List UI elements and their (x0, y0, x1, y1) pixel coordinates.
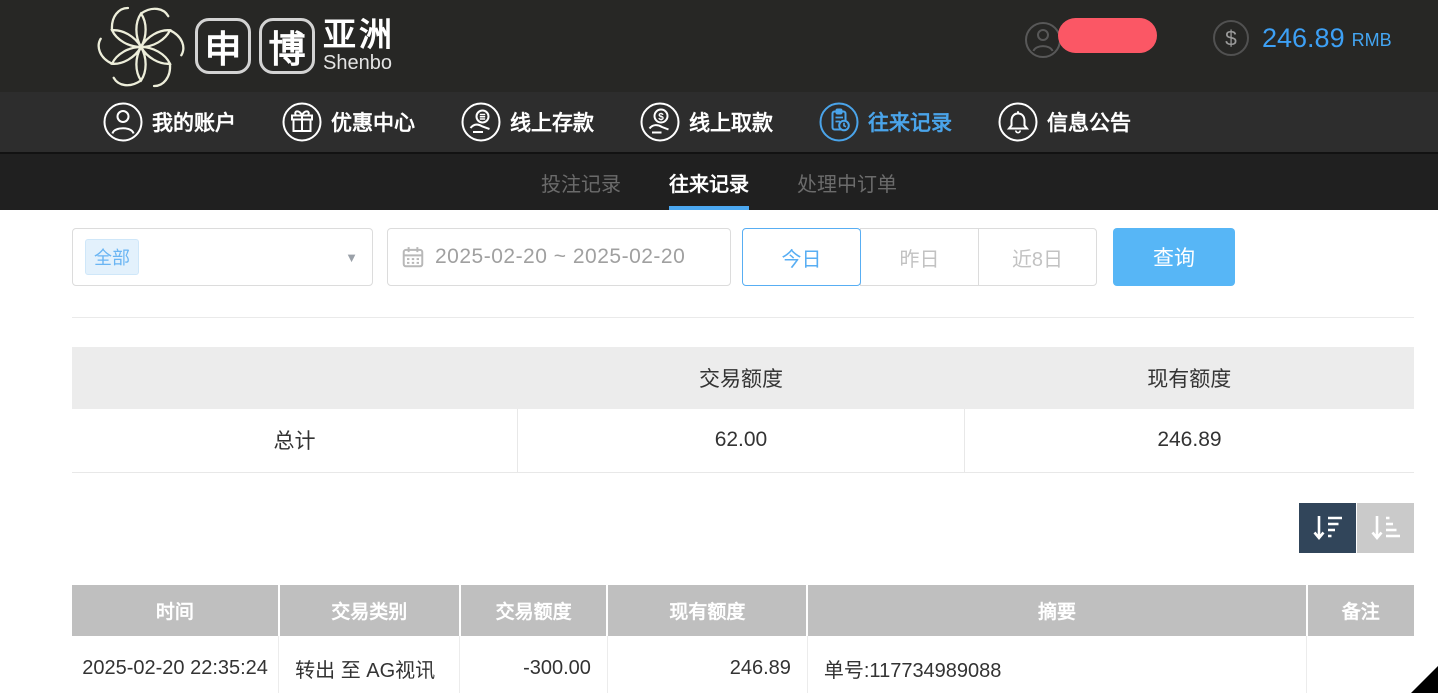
summary-total-balance: 246.89 (964, 409, 1414, 472)
svg-text:$: $ (1225, 28, 1237, 51)
summary-header-balance: 现有额度 (964, 347, 1414, 409)
tab-pending-orders[interactable]: 处理中订单 (793, 154, 901, 210)
deposit-icon (461, 102, 501, 142)
wallet-balance: $ 246.89 RMB (1212, 19, 1392, 57)
nav-item-promotions[interactable]: 优惠中心 (282, 102, 415, 142)
logo-char-box-1: 申 (195, 18, 251, 74)
summary-total-row: 总计 62.00 246.89 (72, 409, 1414, 472)
sort-ascending-icon (1368, 512, 1404, 544)
quick-last8days-button[interactable]: 近8日 (978, 228, 1097, 286)
date-range-input[interactable]: 2025-02-20 ~ 2025-02-20 (387, 228, 731, 286)
nav-label: 线上存款 (510, 107, 594, 137)
nav-item-withdraw[interactable]: $ 线上取款 (640, 102, 773, 142)
record-remark (1307, 636, 1414, 693)
tab-label: 投注记录 (541, 168, 621, 197)
quick-today-button[interactable]: 今日 (742, 228, 861, 286)
summary-table: 交易额度 现有额度 总计 62.00 246.89 (72, 347, 1414, 473)
nav-label: 信息公告 (1047, 107, 1131, 137)
records-icon (819, 102, 859, 142)
logo-char-1: 申 (205, 19, 242, 73)
tab-transaction-records[interactable]: 往来记录 (665, 154, 753, 210)
user-icon (103, 102, 143, 142)
quick-date-button-group: 今日 昨日 近8日 (742, 228, 1097, 286)
records-header-balance: 现有额度 (607, 585, 807, 636)
gift-icon (282, 102, 322, 142)
nav-label: 优惠中心 (331, 107, 415, 137)
flower-logo-icon (97, 3, 185, 91)
section-divider (72, 317, 1414, 318)
nav-item-deposit[interactable]: 线上存款 (461, 102, 594, 142)
balance-amount: 246.89 (1262, 23, 1345, 54)
summary-header-empty (72, 347, 518, 409)
tab-betting-records[interactable]: 投注记录 (537, 154, 625, 210)
transactions-page: 申 博 亚洲 Shenbo $ 246.89 RMB (0, 0, 1438, 693)
masked-username-pill[interactable] (1058, 18, 1157, 53)
record-type: 转出 至 AG视讯 (279, 636, 460, 693)
sort-descending-icon (1310, 512, 1346, 544)
summary-total-label: 总计 (72, 409, 518, 472)
records-header-remark: 备注 (1307, 585, 1414, 636)
top-header: 申 博 亚洲 Shenbo $ 246.89 RMB (0, 0, 1438, 92)
records-header-amount: 交易额度 (460, 585, 608, 636)
tab-label: 处理中订单 (797, 168, 897, 197)
svg-text:$: $ (658, 112, 664, 123)
user-avatar-icon (1024, 21, 1062, 64)
sort-ascending-button[interactable] (1357, 503, 1414, 553)
dollar-coin-icon: $ (1212, 19, 1250, 57)
nav-label: 我的账户 (152, 107, 236, 137)
nav-label: 往来记录 (868, 107, 952, 137)
type-select-tag: 全部 (85, 239, 139, 275)
logo-char-2: 博 (269, 19, 306, 73)
quick-yesterday-button[interactable]: 昨日 (860, 228, 979, 286)
withdraw-icon: $ (640, 102, 680, 142)
logo-region-text: 亚洲 (323, 18, 395, 53)
logo-wordmark: 亚洲 Shenbo (323, 18, 395, 75)
table-row: 2025-02-20 22:35:24 转出 至 AG视讯 -300.00 24… (72, 636, 1414, 693)
bell-icon (998, 102, 1038, 142)
records-header-row: 时间 交易类别 交易额度 现有额度 摘要 备注 (72, 585, 1414, 636)
record-summary: 单号:117734989088 (807, 636, 1306, 693)
records-header-type: 交易类别 (279, 585, 460, 636)
logo-latin-text: Shenbo (323, 53, 395, 74)
nav-item-my-account[interactable]: 我的账户 (103, 102, 236, 142)
search-button[interactable]: 查询 (1113, 228, 1235, 286)
record-balance: 246.89 (607, 636, 807, 693)
summary-header-row: 交易额度 现有额度 (72, 347, 1414, 409)
main-navigation: 我的账户 优惠中心 线上存款 $ 线上取款 (0, 92, 1438, 152)
brand-logo: 申 博 亚洲 Shenbo (97, 0, 395, 92)
nav-label: 线上取款 (689, 107, 773, 137)
active-tab-underline (669, 206, 749, 210)
summary-header-amount: 交易额度 (518, 347, 965, 409)
chevron-down-icon: ▼ (345, 250, 358, 265)
calendar-icon (401, 245, 425, 269)
records-header-time: 时间 (72, 585, 279, 636)
logo-char-box-2: 博 (259, 18, 315, 74)
type-select[interactable]: 全部 ▼ (72, 228, 373, 286)
record-tabs: 投注记录 往来记录 处理中订单 (0, 152, 1438, 210)
nav-item-announcements[interactable]: 信息公告 (998, 102, 1131, 142)
record-time: 2025-02-20 22:35:24 (72, 636, 279, 693)
summary-total-amount: 62.00 (518, 409, 965, 472)
records-header-summary: 摘要 (807, 585, 1306, 636)
corner-fold-icon (1411, 666, 1438, 693)
date-range-value: 2025-02-20 ~ 2025-02-20 (435, 245, 685, 269)
records-table: 时间 交易类别 交易额度 现有额度 摘要 备注 2025-02-20 22:35… (72, 585, 1414, 693)
tab-label: 往来记录 (669, 168, 749, 197)
record-amount: -300.00 (460, 636, 608, 693)
nav-item-transaction-records[interactable]: 往来记录 (819, 102, 952, 142)
balance-currency: RMB (1352, 30, 1392, 51)
sort-toolbar (1299, 503, 1414, 553)
sort-descending-button[interactable] (1299, 503, 1356, 553)
